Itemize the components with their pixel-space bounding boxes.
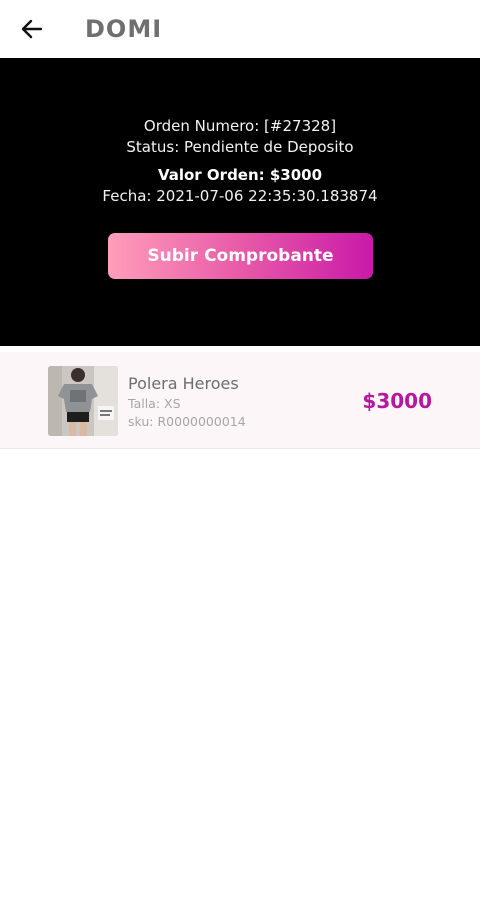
order-date: Fecha: 2021-07-06 22:35:30.183874 [102,187,378,205]
top-bar: DOMI [0,0,480,58]
product-thumbnail [48,366,118,436]
app-screen: DOMI Orden Numero: [#27328] Status: Pend… [0,0,480,900]
order-status: Status: Pendiente de Deposito [126,138,354,156]
order-value: Valor Orden: $3000 [157,166,323,184]
product-name: Polera Heroes [128,374,239,393]
arrow-left-icon [21,19,43,39]
order-number: Orden Numero: [#27328] [143,117,337,135]
product-price: $3000 [362,389,432,413]
product-size: Talla: XS [128,396,181,411]
order-item-row[interactable]: Polera Heroes Talla: XS sku: R0000000014… [0,352,480,449]
upload-receipt-label: Subir Comprobante [147,246,334,266]
upload-receipt-button[interactable]: Subir Comprobante [108,233,373,279]
app-title: DOMI [85,15,163,43]
product-sku: sku: R0000000014 [128,414,246,429]
product-photo [48,366,118,436]
back-button[interactable] [14,13,50,45]
order-summary-panel: Orden Numero: [#27328] Status: Pendiente… [0,58,480,346]
